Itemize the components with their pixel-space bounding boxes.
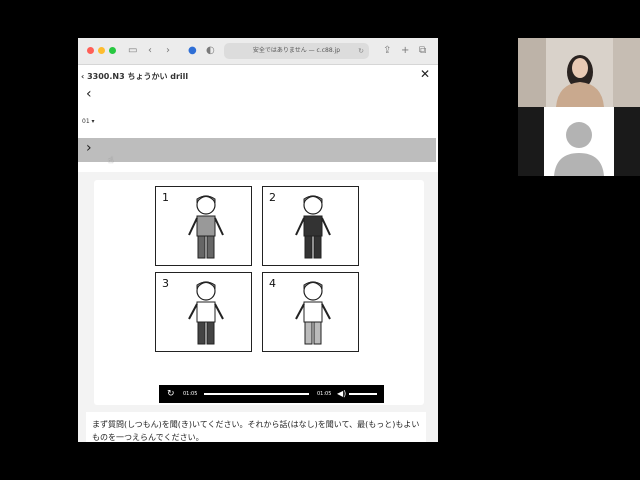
- option-number: 3: [162, 277, 169, 290]
- boy-shirt-dark-pants-illustration: [188, 281, 224, 345]
- video-participant-self: [518, 107, 640, 176]
- volume-slider[interactable]: [349, 393, 377, 395]
- volume-icon[interactable]: ◀): [337, 385, 346, 403]
- sidebar-icon[interactable]: ▭: [128, 42, 137, 60]
- minimize-window-button[interactable]: [98, 47, 105, 54]
- back-button[interactable]: ‹: [86, 86, 92, 102]
- progress-bar[interactable]: [204, 393, 309, 395]
- answer-option-3: 3: [155, 272, 252, 352]
- app-header: ‹ 3300.N3 ちょうかい drill ✕ ‹ 01 ▾ ›: [78, 65, 438, 165]
- track-select[interactable]: 01 ▾: [82, 118, 95, 125]
- browser-toolbar: ▭ ‹ › ● ◐ 安全ではありません — c.c88.jp ↻ ⇪ + ⧉: [78, 38, 438, 65]
- mouse-cursor-icon: ☝: [108, 156, 114, 166]
- video-off-tile: [544, 107, 614, 176]
- boy-shirt-light-pants-illustration: [295, 281, 331, 345]
- user-avatar-icon: [554, 122, 604, 176]
- tabs-icon[interactable]: ⧉: [419, 42, 426, 60]
- current-time: 01:05: [183, 391, 198, 397]
- browser-window: ▭ ‹ › ● ◐ 安全ではありません — c.c88.jp ↻ ⇪ + ⧉ ‹…: [78, 38, 438, 442]
- chevron-right-icon[interactable]: ›: [166, 42, 170, 60]
- image-card: 1 2 3 4 ↻ 01:05 01:05 ◀): [94, 180, 424, 405]
- url-text: 安全ではありません — c.c88.jp: [252, 47, 341, 54]
- share-icon[interactable]: ⇪: [383, 42, 391, 60]
- replay-icon[interactable]: ↻: [167, 385, 175, 403]
- option-number: 1: [162, 191, 169, 204]
- answer-option-1: 1: [155, 186, 252, 266]
- instruction-text: まず質問(しつもん)を聞(き)いてください。それから話(はなし)を聞いて、最(も…: [86, 412, 426, 442]
- page-title[interactable]: ‹ 3300.N3 ちょうかい drill: [81, 71, 188, 82]
- next-button[interactable]: ›: [78, 138, 436, 162]
- question-content: 1 2 3 4 ↻ 01:05 01:05 ◀) まず質問(しつもん)を聞(き)…: [78, 172, 438, 442]
- extension-icon[interactable]: ●: [188, 42, 197, 60]
- video-participant-host: [518, 38, 640, 107]
- boy-jacket-dark-illustration: [295, 195, 331, 259]
- title-text: 3300.N3 ちょうかい drill: [87, 72, 189, 81]
- plus-icon[interactable]: +: [401, 42, 409, 60]
- shield-icon[interactable]: ◐: [206, 42, 215, 60]
- close-window-button[interactable]: [87, 47, 94, 54]
- address-bar[interactable]: 安全ではありません — c.c88.jp ↻: [224, 43, 369, 59]
- answer-option-4: 4: [262, 272, 359, 352]
- reload-icon[interactable]: ↻: [358, 43, 364, 59]
- option-number: 2: [269, 191, 276, 204]
- chevron-left-icon[interactable]: ‹: [148, 42, 152, 60]
- audio-player: ↻ 01:05 01:05 ◀): [159, 385, 384, 403]
- answer-option-2: 2: [262, 186, 359, 266]
- person-video-illustration: [518, 38, 640, 107]
- option-number: 4: [269, 277, 276, 290]
- zoom-window-button[interactable]: [109, 47, 116, 54]
- close-icon[interactable]: ✕: [420, 67, 430, 81]
- chevron-right-icon: ›: [86, 140, 92, 156]
- boy-jacket-gray-illustration: [188, 195, 224, 259]
- duration: 01:05: [317, 391, 332, 397]
